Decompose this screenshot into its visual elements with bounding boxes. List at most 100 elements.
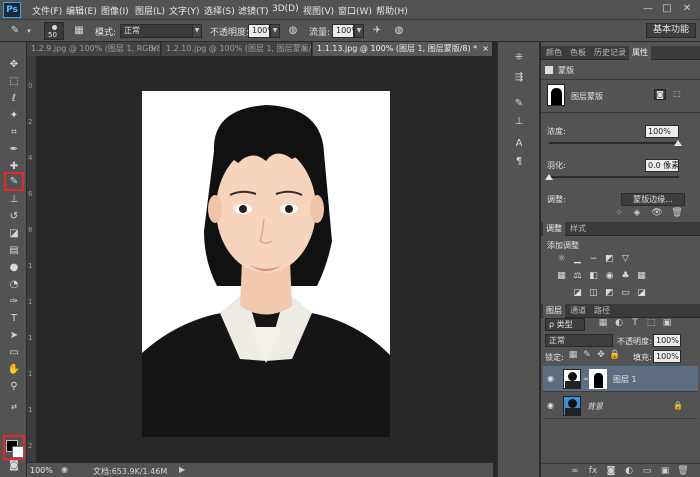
new-adjustment-icon[interactable]: ◐ xyxy=(623,466,635,477)
vibrance-icon[interactable]: ▽ xyxy=(619,254,632,265)
new-group-icon[interactable]: ▭ xyxy=(641,466,653,477)
maximize-icon[interactable]: □ xyxy=(661,3,673,15)
layer-row[interactable]: ◉ 背景 🔒 xyxy=(543,393,698,419)
close-icon[interactable]: × xyxy=(482,42,489,56)
crop-tool-icon[interactable]: ⌗ xyxy=(6,126,22,140)
quick-selection-icon[interactable]: ✦ xyxy=(6,109,22,123)
menu-type[interactable]: 文字(Y) xyxy=(169,4,200,17)
tab-properties[interactable]: 属性 xyxy=(629,46,651,60)
status-menu-icon[interactable]: ▶ xyxy=(179,465,185,474)
tab-channels[interactable]: 通道 xyxy=(567,304,589,318)
layer-opacity-input[interactable]: 100% xyxy=(653,334,681,347)
chevron-down-icon[interactable]: ▼ xyxy=(192,24,202,38)
swap-colors-icon[interactable]: ⇄ xyxy=(6,400,22,414)
status-info-icon[interactable]: ◉ xyxy=(61,465,68,474)
filter-shape-icon[interactable]: ⬚ xyxy=(645,318,657,329)
gradient-map-icon[interactable]: ▭ xyxy=(619,288,632,299)
clone-stamp-icon[interactable]: ⊥ xyxy=(6,193,22,207)
eyedropper-tool-icon[interactable]: ✒ xyxy=(6,143,22,157)
vector-mask-icon[interactable]: ⬚ xyxy=(671,89,683,100)
layer-filter-select[interactable]: ρ 类型 xyxy=(545,318,585,331)
eye-icon[interactable]: ◉ xyxy=(547,374,554,383)
clone-source-icon[interactable]: ⊥ xyxy=(510,116,528,130)
brush-tool-icon[interactable]: ✎ xyxy=(6,175,22,189)
menu-help[interactable]: 帮助(H) xyxy=(376,4,408,17)
filter-adjustment-icon[interactable]: ◐ xyxy=(613,318,625,329)
photo-filter-icon[interactable]: ◉ xyxy=(603,271,616,282)
menu-file[interactable]: 文件(F) xyxy=(32,4,62,17)
pressure-opacity-icon[interactable]: ◍ xyxy=(286,24,300,38)
density-slider-handle[interactable] xyxy=(674,140,682,146)
opacity-input[interactable]: 100% xyxy=(248,24,270,38)
eye-icon[interactable]: ◉ xyxy=(547,401,554,410)
layer-name[interactable]: 图层 1 xyxy=(613,374,637,385)
color-lookup-icon[interactable]: ▦ xyxy=(635,271,648,282)
zoom-tool-icon[interactable]: ⚲ xyxy=(6,380,22,394)
black-white-icon[interactable]: ◧ xyxy=(587,271,600,282)
path-selection-icon[interactable]: ➤ xyxy=(6,329,22,343)
lock-position-icon[interactable]: ✥ xyxy=(595,350,607,361)
density-input[interactable]: 100% xyxy=(645,125,679,138)
tab-history[interactable]: 历史记录 xyxy=(591,46,629,60)
mask-thumbnail[interactable] xyxy=(589,369,607,389)
menu-image[interactable]: 图像(I) xyxy=(101,4,129,17)
close-icon[interactable]: ✕ xyxy=(681,3,693,15)
exposure-icon[interactable]: ◩ xyxy=(603,254,616,265)
chevron-down-icon[interactable]: ▼ xyxy=(270,24,280,38)
brush-tool-icon[interactable]: ✎ xyxy=(8,24,22,38)
filter-pixel-icon[interactable]: ▦ xyxy=(597,318,609,329)
chevron-down-icon[interactable]: ▼ xyxy=(354,24,364,38)
tab-doc-2[interactable]: 1.2.10.jpg @ 100% (图层 1, 图层蒙版/8) × xyxy=(162,42,312,56)
hue-saturation-icon[interactable]: ▦ xyxy=(555,271,568,282)
tab-paths[interactable]: 路径 xyxy=(591,304,613,318)
lock-transparent-icon[interactable]: ▦ xyxy=(567,350,579,361)
brush-panel-icon[interactable]: ✎ xyxy=(510,98,528,112)
history-panel-icon[interactable]: ⇶ xyxy=(510,72,528,86)
channel-mixer-icon[interactable]: ♣ xyxy=(619,271,632,282)
gradient-tool-icon[interactable]: ▤ xyxy=(6,244,22,258)
levels-icon[interactable]: ▁ xyxy=(571,254,584,265)
chevron-down-icon[interactable]: ▾ xyxy=(22,24,36,38)
feather-slider-handle[interactable] xyxy=(545,174,553,180)
filter-smart-icon[interactable]: ▣ xyxy=(661,318,673,329)
minimize-icon[interactable]: — xyxy=(642,3,654,15)
tab-layers[interactable]: 图层 xyxy=(543,304,565,318)
pixel-mask-icon[interactable]: ◙ xyxy=(654,89,666,100)
disable-mask-icon[interactable]: 👁 xyxy=(651,208,663,219)
brush-panel-icon[interactable]: ▦ xyxy=(72,24,86,38)
invert-icon[interactable]: ◪ xyxy=(571,288,584,299)
marquee-tool-icon[interactable]: ⬚ xyxy=(6,75,22,89)
load-selection-icon[interactable]: ⁘ xyxy=(613,208,625,219)
tab-styles[interactable]: 样式 xyxy=(567,222,589,236)
pen-tool-icon[interactable]: ✑ xyxy=(6,295,22,309)
lasso-tool-icon[interactable]: ℓ xyxy=(6,92,22,106)
threshold-icon[interactable]: ◩ xyxy=(603,288,616,299)
menu-window[interactable]: 窗口(W) xyxy=(338,4,372,17)
screen-mode-icon[interactable]: ▣ xyxy=(6,473,22,477)
close-icon[interactable]: × xyxy=(150,42,157,56)
pressure-size-icon[interactable]: ◍ xyxy=(392,24,406,38)
fill-input[interactable]: 100% xyxy=(653,350,681,363)
link-layers-icon[interactable]: ∞ xyxy=(569,466,581,477)
trash-icon[interactable]: 🗑 xyxy=(677,466,689,477)
menu-layer[interactable]: 图层(L) xyxy=(135,4,165,17)
character-panel-icon[interactable]: A xyxy=(510,138,528,152)
eraser-tool-icon[interactable]: ◪ xyxy=(6,227,22,241)
filter-type-icon[interactable]: T xyxy=(629,318,641,329)
menu-filter[interactable]: 滤镜(T) xyxy=(238,4,269,17)
history-brush-icon[interactable]: ↺ xyxy=(6,210,22,224)
layer-row[interactable]: ◉ ∞ 图层 1 xyxy=(543,366,698,392)
feather-input[interactable]: 0.0 像素 xyxy=(645,159,679,172)
quick-mask-icon[interactable]: ◙ xyxy=(6,459,22,473)
airbrush-icon[interactable]: ✈ xyxy=(370,24,384,38)
flow-input[interactable]: 100% xyxy=(332,24,354,38)
add-mask-icon[interactable]: ◙ xyxy=(605,466,617,477)
fx-icon[interactable]: fx xyxy=(587,466,599,477)
tab-doc-3[interactable]: 1.1.13.jpg @ 100% (图层 1, 图层蒙版/8) * × xyxy=(313,42,493,56)
selective-color-icon[interactable]: ◪ xyxy=(635,288,648,299)
rectangle-tool-icon[interactable]: ▭ xyxy=(6,346,22,360)
density-slider[interactable] xyxy=(549,142,679,144)
paragraph-panel-icon[interactable]: ¶ xyxy=(510,156,528,170)
blur-tool-icon[interactable]: ● xyxy=(6,261,22,275)
blend-mode-select[interactable]: 正常 xyxy=(545,334,613,347)
